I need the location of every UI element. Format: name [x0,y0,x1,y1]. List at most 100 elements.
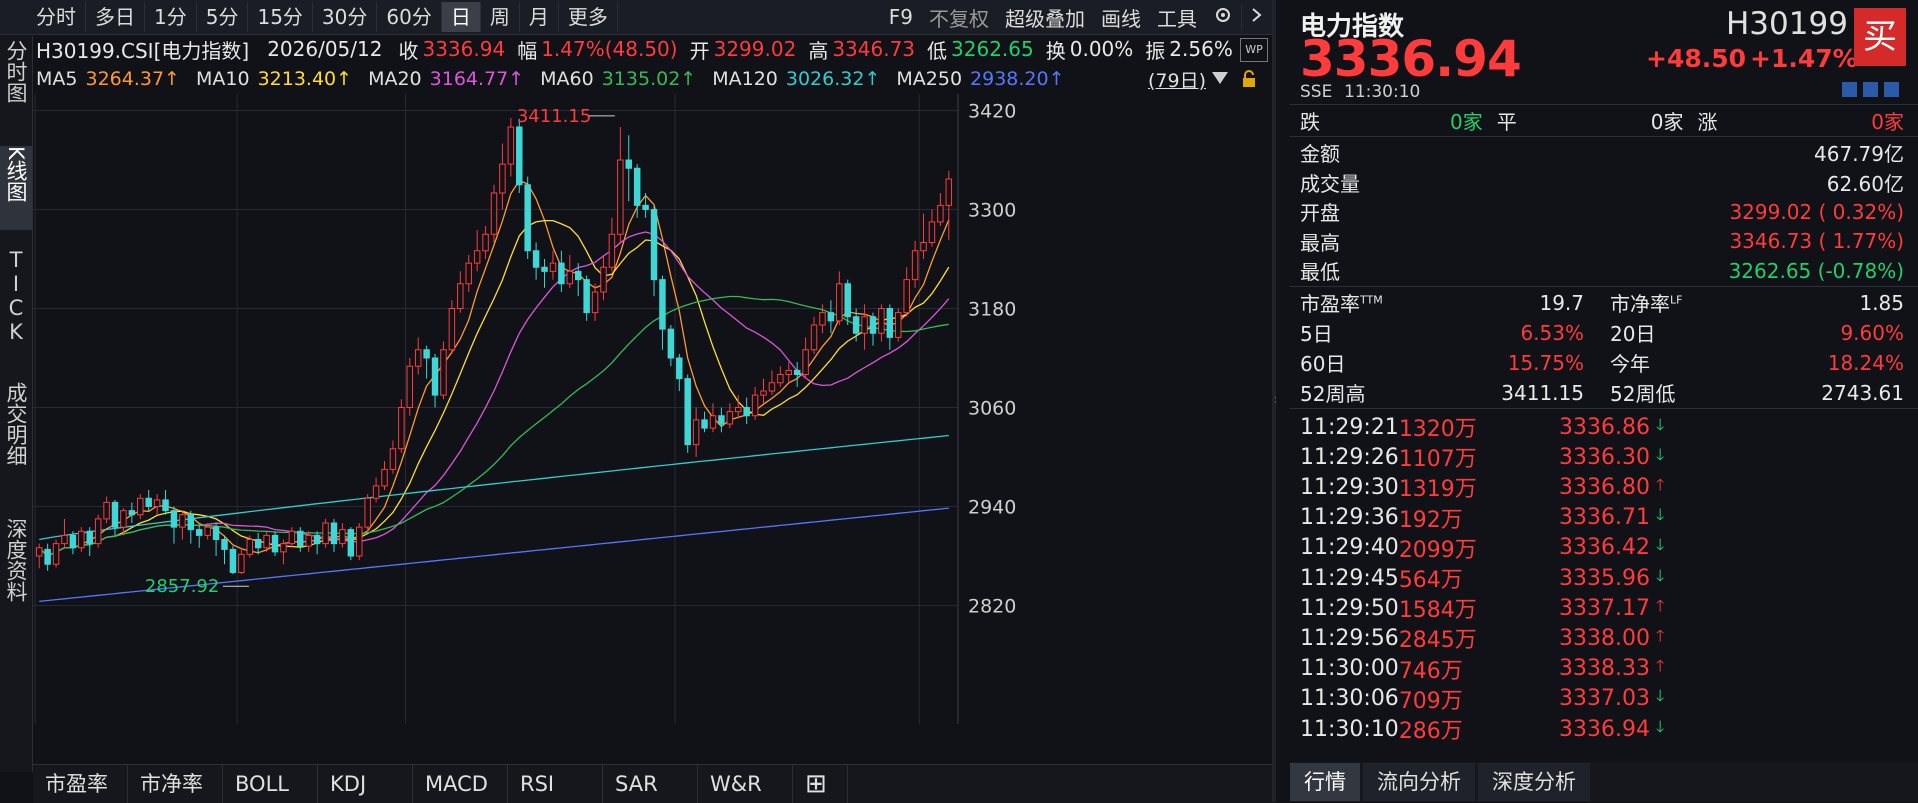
indicator-tab[interactable]: KDJ [318,765,413,803]
candle-body [263,534,270,549]
ma-label: MA20 [368,68,422,90]
tab-flow-analysis[interactable]: 流向分析 [1363,763,1475,801]
gear-icon[interactable] [1205,5,1241,30]
candle-body [911,250,919,281]
indicator-tab[interactable]: MACD [413,765,508,803]
period-tab[interactable]: 多日 [86,2,145,32]
tick-row: 11:29:30 3336.80 🡑 1319万 [1300,472,1906,503]
kline-chart[interactable]: 34203300318030602940282026-0126-0226-032… [33,94,1273,724]
period-tab[interactable]: 60分 [377,2,442,32]
candle-body [541,266,548,272]
tab-tick[interactable]: TICK [0,248,32,358]
edit-icon[interactable] [1842,82,1857,97]
wp-icon[interactable]: WP [1240,38,1268,62]
period-tab[interactable]: 分时 [0,2,86,32]
candle-body [364,497,371,528]
arrow-down-icon: 🡓 [1656,686,1665,706]
w52-low-value: 2743.61 [1821,380,1904,405]
tab-timeshare[interactable]: 分时图 [0,40,32,124]
ytd-value: 18.24% [1827,350,1904,375]
period-tab[interactable]: 30分 [313,2,378,32]
add-icon[interactable] [1884,82,1899,97]
candle-body [482,233,489,252]
tab-quote[interactable]: 行情 [1290,763,1360,801]
draw-button[interactable]: 画线 [1093,3,1149,32]
pb-label-text: 市净率 [1610,292,1670,316]
window-icon[interactable] [1863,82,1878,97]
open-value: 3299.02 [713,37,797,61]
period-tab[interactable]: 5分 [197,2,249,32]
ma-value: 2938.20↑ [970,68,1065,90]
adjust-button[interactable]: 不复权 [921,3,997,32]
f9-button[interactable]: F9 [881,5,921,29]
tick-price: 3337.03 [1559,686,1650,712]
valuation-row-1: 市盈率TTM 19.7 市净率LF 1.85 [1300,288,1904,317]
range-label: 幅 [517,38,538,63]
candle-body [768,382,776,392]
period-tab[interactable]: 1分 [145,2,197,32]
candle-body [642,204,649,210]
indicator-tab[interactable]: BOLL [223,765,318,803]
tools-button[interactable]: 工具 [1149,3,1205,32]
indicator-tab[interactable]: SAR [603,765,698,803]
indicator-tab[interactable]: 市净率 [128,765,223,803]
candle-body [44,548,51,565]
toolbar-right: F9 不复权 超级叠加 画线 工具 [881,3,1272,32]
plus-icon[interactable]: ⊞ [793,765,848,803]
stat-value: 3262.65 (-0.78%) [1728,258,1904,283]
indicator-tab[interactable]: 市盈率 [33,765,128,803]
overlay-button[interactable]: 超级叠加 [997,3,1093,32]
lock-icon[interactable] [1240,70,1258,92]
tick-volume: 746万 [1398,658,1463,684]
tick-time: 11:29:26 [1300,444,1399,470]
period-toolbar: 分时 多日 1分 5分 15分 30分 60分日周月更多 F9 不复权 超级叠加 画线 工具 [0,0,1272,35]
candle-body [709,415,717,429]
candle-body [406,365,414,408]
stat-label: 开盘 [1300,201,1340,225]
candle-body [238,553,245,574]
quote-panel: 电力指数 3336.94 H30199 +48.50 +1.47% 买 SSE … [1276,0,1918,802]
indicator-tab[interactable]: RSI [508,765,603,803]
tick-price: 3336.86 [1559,414,1650,440]
pe-label-text: 市盈率 [1300,292,1360,316]
candle-body [777,374,784,384]
stat-value: 3299.02 ( 0.32%) [1729,199,1904,224]
w52-low-label: 52周低 [1610,382,1676,406]
candle-body [103,501,110,520]
d5-label: 5日 [1300,322,1333,346]
candle-body [558,262,565,285]
d5-value: 6.53% [1520,320,1584,345]
ma20-line [38,231,950,557]
period-tab[interactable]: 更多 [559,2,618,32]
period-count[interactable]: (79日) [1148,66,1206,93]
y-tick-label: 3180 [968,299,1016,321]
indicator-tab[interactable]: W&R [698,765,793,803]
tick-volume: 2845万 [1398,628,1477,654]
tick-time: 11:29:50 [1300,595,1399,621]
candle-body [246,539,253,555]
candle-body [549,262,557,272]
dropdown-triangle-icon[interactable] [1210,70,1230,90]
y-tick-label: 2940 [968,497,1016,519]
candle-body [676,357,683,380]
candle-body [111,501,119,528]
left-view-tabs: 分时图 K线图 TICK 成交明细 深度资料 [0,36,33,772]
tab-depth-info[interactable]: 深度资料 [0,518,32,630]
period-tab[interactable]: 15分 [248,2,313,32]
candle-body [574,270,582,281]
tick-volume: 192万 [1398,507,1463,533]
period-tab[interactable]: 日 [441,2,481,32]
period-tab[interactable]: 周 [481,2,520,32]
tab-depth-analysis[interactable]: 深度分析 [1478,763,1590,801]
tab-trade-detail[interactable]: 成交明细 [0,382,32,494]
range-value: 1.47%(48.50) [541,37,678,61]
quote-time: 11:30:10 [1344,82,1421,102]
candle-body [170,510,178,528]
candle-body [659,279,666,330]
buy-button[interactable]: 买 [1854,8,1906,66]
tab-kline[interactable]: K线图 [0,146,32,230]
chevron-right-icon[interactable] [1241,4,1272,30]
down-label: 跌 [1300,110,1320,134]
tick-price: 3336.80 [1559,474,1650,500]
period-tab[interactable]: 月 [520,2,559,32]
